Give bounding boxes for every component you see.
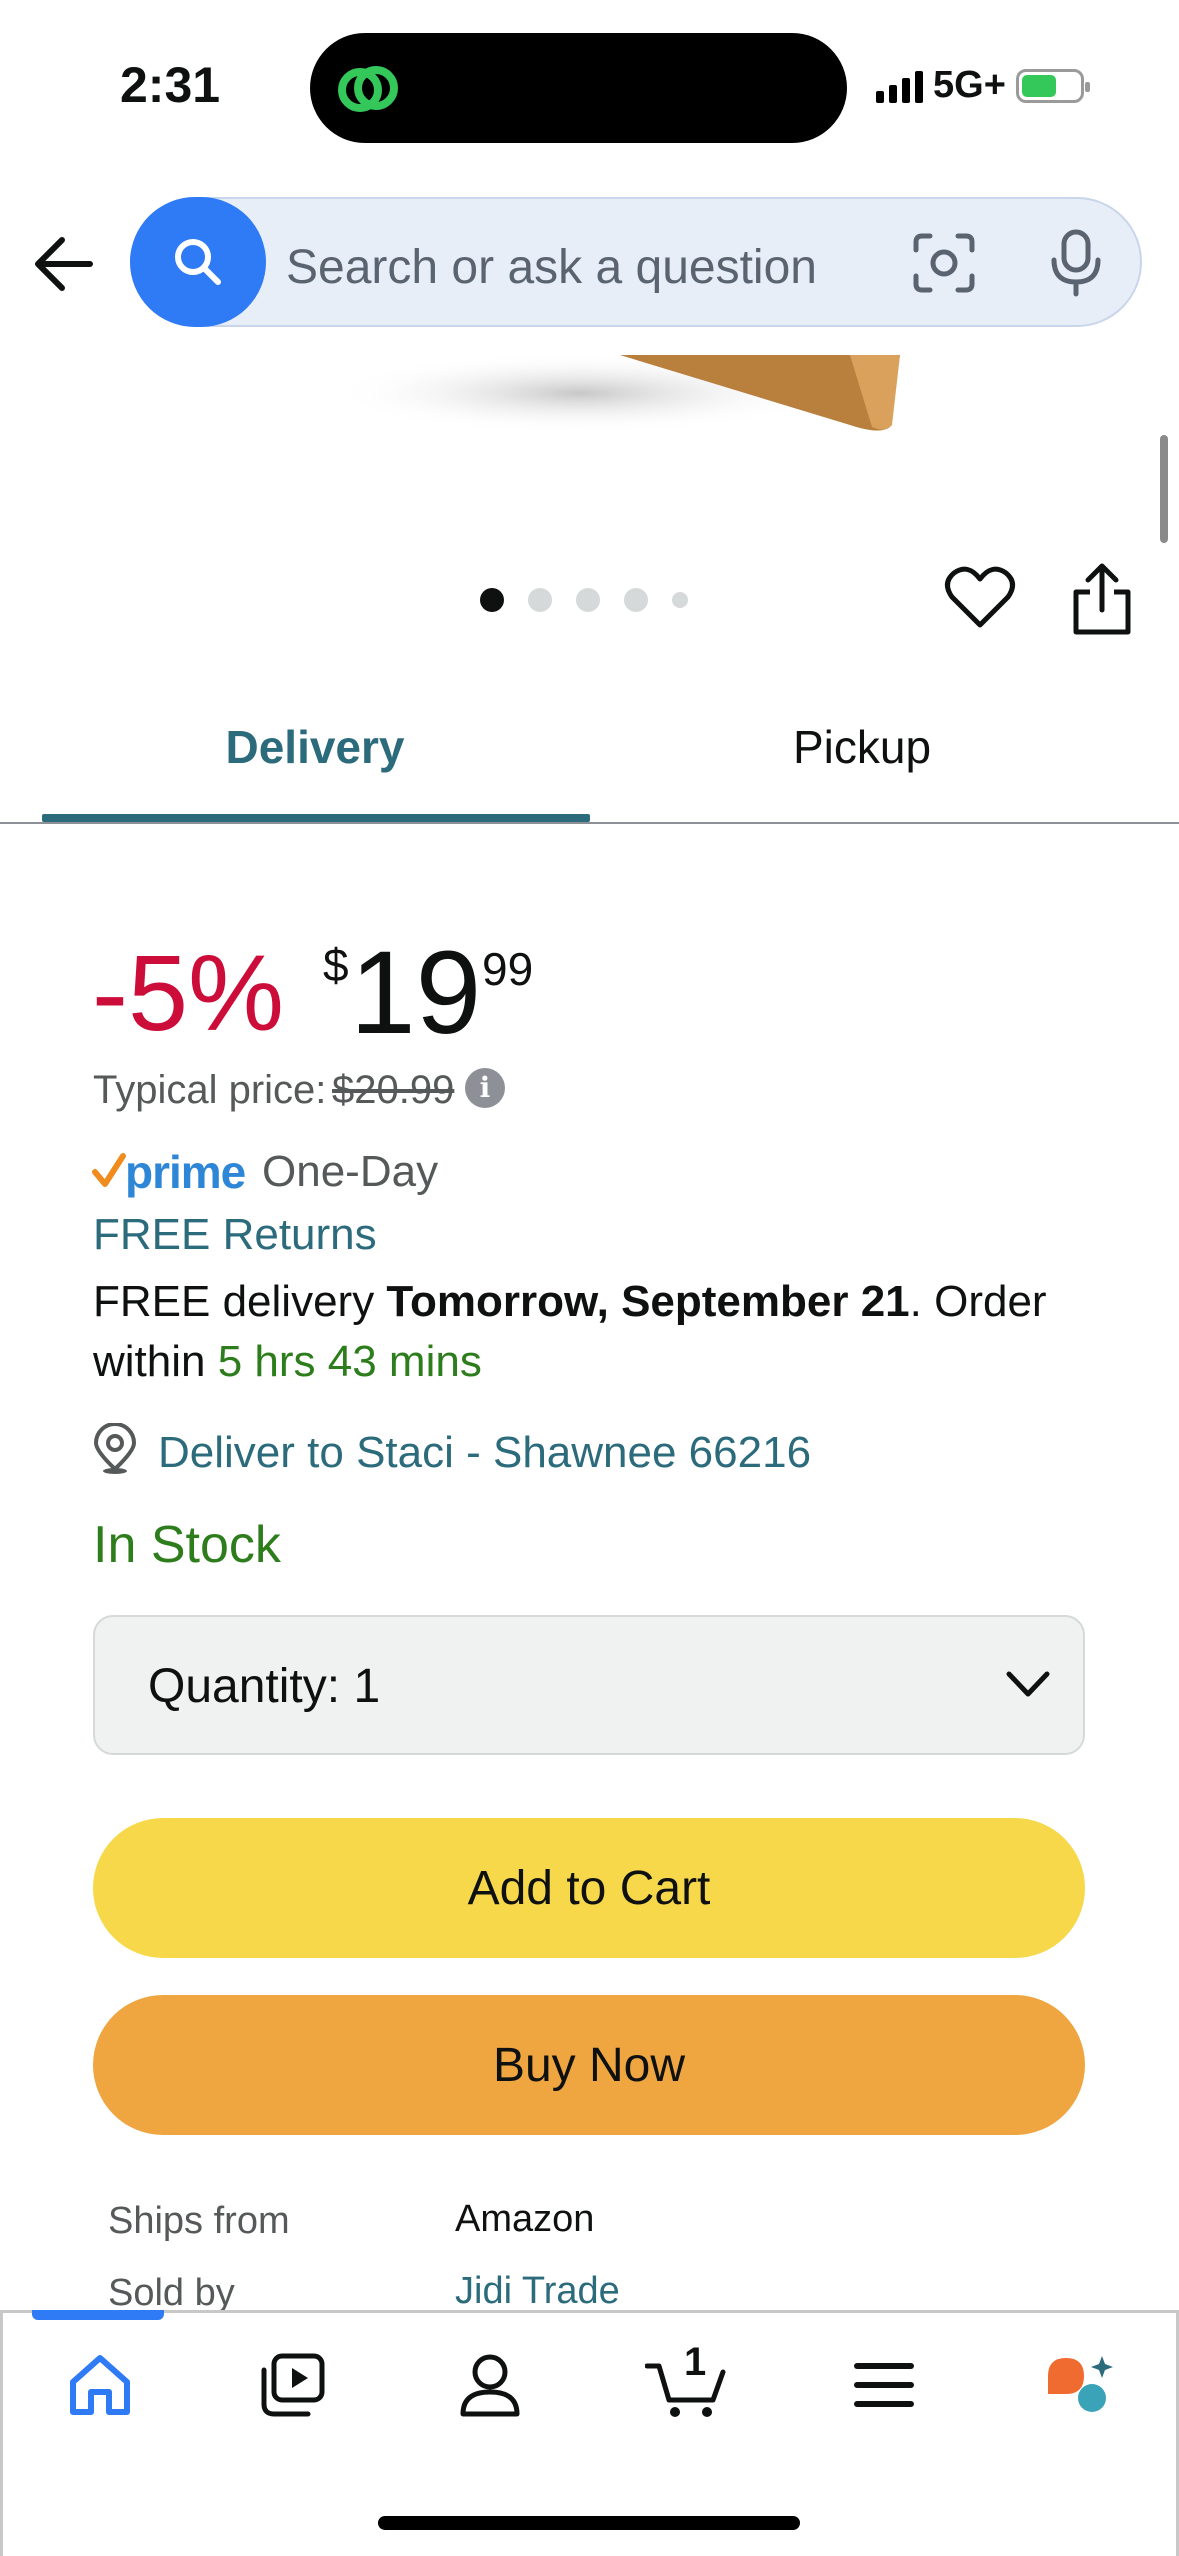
delivery-countdown: 5 hrs 43 mins — [217, 1337, 482, 1386]
ships-from-value: Amazon — [455, 2198, 595, 2240]
network-label: 5G+ — [933, 64, 1006, 106]
tab-divider — [0, 822, 1179, 824]
prime-logo: prime — [125, 1146, 246, 1198]
carousel-dots[interactable] — [480, 588, 688, 612]
rufus-assistant-icon[interactable] — [1040, 2350, 1120, 2420]
account-icon[interactable] — [455, 2350, 525, 2420]
home-indicator[interactable] — [378, 2516, 800, 2530]
chevron-down-icon — [1006, 1671, 1050, 1697]
tab-pickup[interactable]: Pickup — [592, 720, 1132, 774]
search-button[interactable] — [130, 197, 266, 327]
price-fraction: 99 — [482, 943, 534, 995]
status-indicators: 5G+ — [876, 64, 1090, 107]
typical-price-label: Typical price: — [93, 1068, 327, 1112]
deliver-to-link[interactable]: Deliver to Staci - Shawnee 66216 — [158, 1428, 811, 1478]
menu-icon[interactable] — [849, 2350, 919, 2420]
back-arrow-icon[interactable] — [30, 232, 102, 296]
carousel-dot[interactable] — [672, 592, 688, 608]
carousel-dot[interactable] — [576, 588, 600, 612]
cart-count-badge: 1 — [684, 2340, 707, 2384]
prime-badge: One-Day — [262, 1147, 439, 1196]
carousel-dot[interactable] — [528, 588, 552, 612]
delivery-date: Tomorrow, September 21 — [386, 1277, 910, 1326]
video-icon[interactable] — [258, 2350, 328, 2420]
tab-selected-underline — [42, 814, 590, 822]
microphone-icon[interactable] — [1046, 228, 1106, 298]
buy-now-button[interactable]: Buy Now — [93, 1995, 1085, 2135]
status-time: 2:31 — [120, 57, 221, 113]
free-returns-link[interactable]: FREE Returns — [93, 1210, 377, 1260]
info-icon[interactable]: i — [465, 1068, 505, 1108]
quantity-label: Quantity: 1 — [148, 1659, 380, 1714]
quantity-label-text: Quantity: — [148, 1660, 341, 1713]
signal-icon — [876, 69, 923, 103]
delivery-message: FREE delivery Tomorrow, September 21. Or… — [93, 1272, 1093, 1392]
location-pin-icon — [93, 1423, 137, 1474]
heart-icon[interactable] — [944, 565, 1016, 631]
typical-price-value: $20.99 — [332, 1068, 455, 1112]
product-image[interactable] — [250, 355, 930, 455]
sold-by-label: Sold by — [108, 2272, 235, 2314]
sold-by-link[interactable]: Jidi Trade — [455, 2270, 620, 2313]
tab-delivery[interactable]: Delivery — [45, 720, 585, 774]
stock-status: In Stock — [93, 1516, 281, 1574]
price-whole: 19 — [350, 927, 482, 1059]
search-icon — [175, 239, 221, 285]
discount-percent: -5% — [92, 932, 285, 1053]
add-to-cart-button[interactable]: Add to Cart — [93, 1818, 1085, 1958]
carousel-dot[interactable] — [624, 588, 648, 612]
carousel-dot[interactable] — [480, 588, 504, 612]
nav-active-indicator — [32, 2310, 164, 2320]
delivery-prefix: FREE delivery — [93, 1277, 387, 1326]
quantity-value: 1 — [353, 1660, 381, 1713]
search-input[interactable]: Search or ask a question — [286, 240, 817, 295]
scrollbar[interactable] — [1160, 435, 1168, 543]
link-app-icon — [338, 66, 398, 112]
camera-lens-icon[interactable] — [912, 232, 976, 294]
prime-check-icon — [92, 1153, 126, 1187]
share-icon[interactable] — [1066, 562, 1138, 638]
ships-from-label: Ships from — [108, 2200, 290, 2242]
battery-charging-icon — [1015, 68, 1090, 103]
price-currency: $ — [323, 939, 349, 991]
home-icon[interactable] — [65, 2350, 135, 2420]
